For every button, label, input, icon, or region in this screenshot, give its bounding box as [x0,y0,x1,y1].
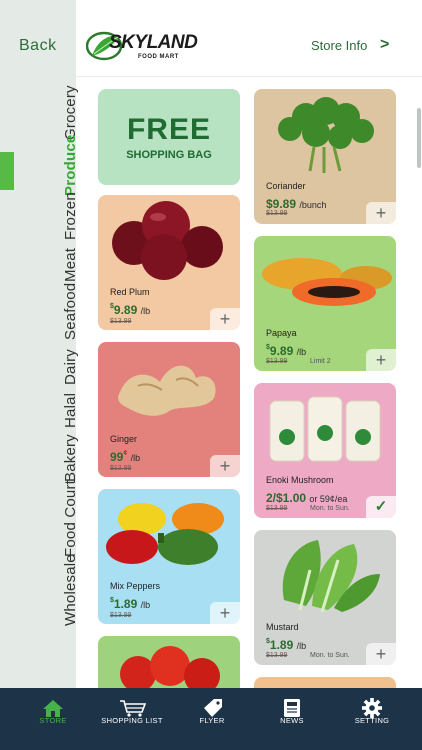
product-name: Papaya [266,328,297,338]
product-card[interactable]: Mix Peppers $1.89 /lb $13.99 + [98,489,240,624]
product-name: Mustard [266,622,299,632]
product-price: $9.89 /bunch [266,197,327,211]
product-old-price: $13.99 [110,612,132,619]
tag-icon [204,699,222,717]
store-info-button[interactable]: Store Info [311,38,367,53]
category-bakery[interactable]: Bakery [62,434,79,482]
nav-setting[interactable]: SETTING [330,688,414,750]
product-price: 2/$1.00 or 59¢/ea [266,491,348,505]
product-old-price: $13.99 [110,465,132,472]
product-name: Mix Peppers [110,581,161,591]
nav-label: STORE [39,716,67,725]
category-halal[interactable]: Halal [62,393,79,428]
product-old-price: $13.99 [110,318,132,325]
category-frozen[interactable]: Frozen [62,192,79,240]
red-plum-image [112,201,223,280]
category-rail: Grocery Produce Frozen Meat Seafood Dair… [0,0,79,688]
add-to-list-button[interactable]: + [366,202,396,224]
newspaper-icon [284,699,300,717]
product-price: $1.89 /lb [110,597,151,611]
nav-label: NEWS [280,716,304,725]
mix-peppers-image [106,503,224,565]
promo-subtitle: SHOPPING BAG [126,149,212,161]
nav-news[interactable]: NEWS [250,688,334,750]
product-price: 99¢ /lb [110,450,141,464]
add-to-list-button[interactable]: + [210,455,240,477]
product-old-price: $13.99 [266,210,288,217]
promo-title: FREE [126,113,211,146]
category-meat[interactable]: Meat [62,248,79,282]
product-price: $1.89 /lb [266,638,307,652]
nav-label: SETTING [354,716,390,725]
home-icon [43,700,63,717]
category-wholesale[interactable]: Wholesale [62,554,79,626]
product-card[interactable]: Enoki Mushroom 2/$1.00 or 59¢/ea $13.99 … [254,383,396,518]
papaya-image [262,258,392,306]
category-dairy[interactable]: Dairy [62,349,79,385]
store-logo: SKYLAND FOOD MART [86,26,198,68]
add-to-list-button[interactable]: + [366,349,396,371]
product-name: Ginger [110,434,138,444]
category-produce[interactable]: Produce [62,135,79,196]
nav-label: SHOPPING LIST [101,716,163,725]
product-note: Mon. to Sun. [310,652,350,659]
product-old-price: $13.99 [266,358,288,365]
product-card[interactable]: Ginger 99¢ /lb $13.99 + [98,342,240,477]
header: Back SKYLAND FOOD MART Store Info > [0,0,422,78]
category-grocery[interactable]: Grocery [62,85,79,140]
nav-flyer[interactable]: FLYER [170,688,254,750]
product-card[interactable]: Red Plum $9.89 /lb $13.99 + [98,195,240,330]
back-button[interactable]: Back [19,37,57,55]
chevron-right-icon[interactable]: > [380,36,389,54]
bottom-nav: STORE SHOPPING LIST FLYER NEWS SETTING [0,688,422,750]
product-card[interactable]: Papaya $9.89 /lb $13.99 Limit 2 + [254,236,396,371]
coriander-image [278,97,374,173]
product-old-price: $13.99 [266,505,288,512]
add-to-list-button[interactable]: + [366,643,396,665]
product-name: Enoki Mushroom [266,475,334,485]
tomato-image [120,646,220,694]
product-price: $9.89 /lb [110,303,151,317]
product-name: Coriander [266,181,306,191]
header-divider [76,76,422,77]
product-old-price: $13.99 [266,652,288,659]
product-note: Mon. to Sun. [310,505,350,512]
product-price: $9.89 /lb [266,344,307,358]
nav-label: FLYER [199,716,225,725]
logo-sub-text: FOOD MART [138,54,179,60]
nav-shopping-list[interactable]: SHOPPING LIST [90,688,174,750]
category-seafood[interactable]: Seafood [62,283,79,340]
product-card[interactable]: Mustard $1.89 /lb $13.99 Mon. to Sun. + [254,530,396,665]
product-card[interactable] [98,636,240,696]
free-shopping-bag-promo[interactable]: FREE SHOPPING BAG [98,89,240,185]
category-food-court[interactable]: Food Court [62,480,79,557]
added-check-icon[interactable]: ✓ [366,496,396,518]
nav-store[interactable]: STORE [11,688,95,750]
enoki-mushroom-image [269,396,381,462]
cart-icon [120,700,147,717]
product-card[interactable]: Coriander $9.89 /bunch $13.99 + [254,89,396,224]
product-note: Limit 2 [310,358,331,365]
product-name: Red Plum [110,287,150,297]
add-to-list-button[interactable]: + [210,602,240,624]
mustard-image [282,540,380,613]
ginger-image [118,365,216,416]
gear-icon [362,698,382,718]
add-to-list-button[interactable]: + [210,308,240,330]
logo-brand-text: SKYLAND [109,32,198,53]
active-category-indicator [0,152,14,190]
scrollbar[interactable] [417,108,421,168]
